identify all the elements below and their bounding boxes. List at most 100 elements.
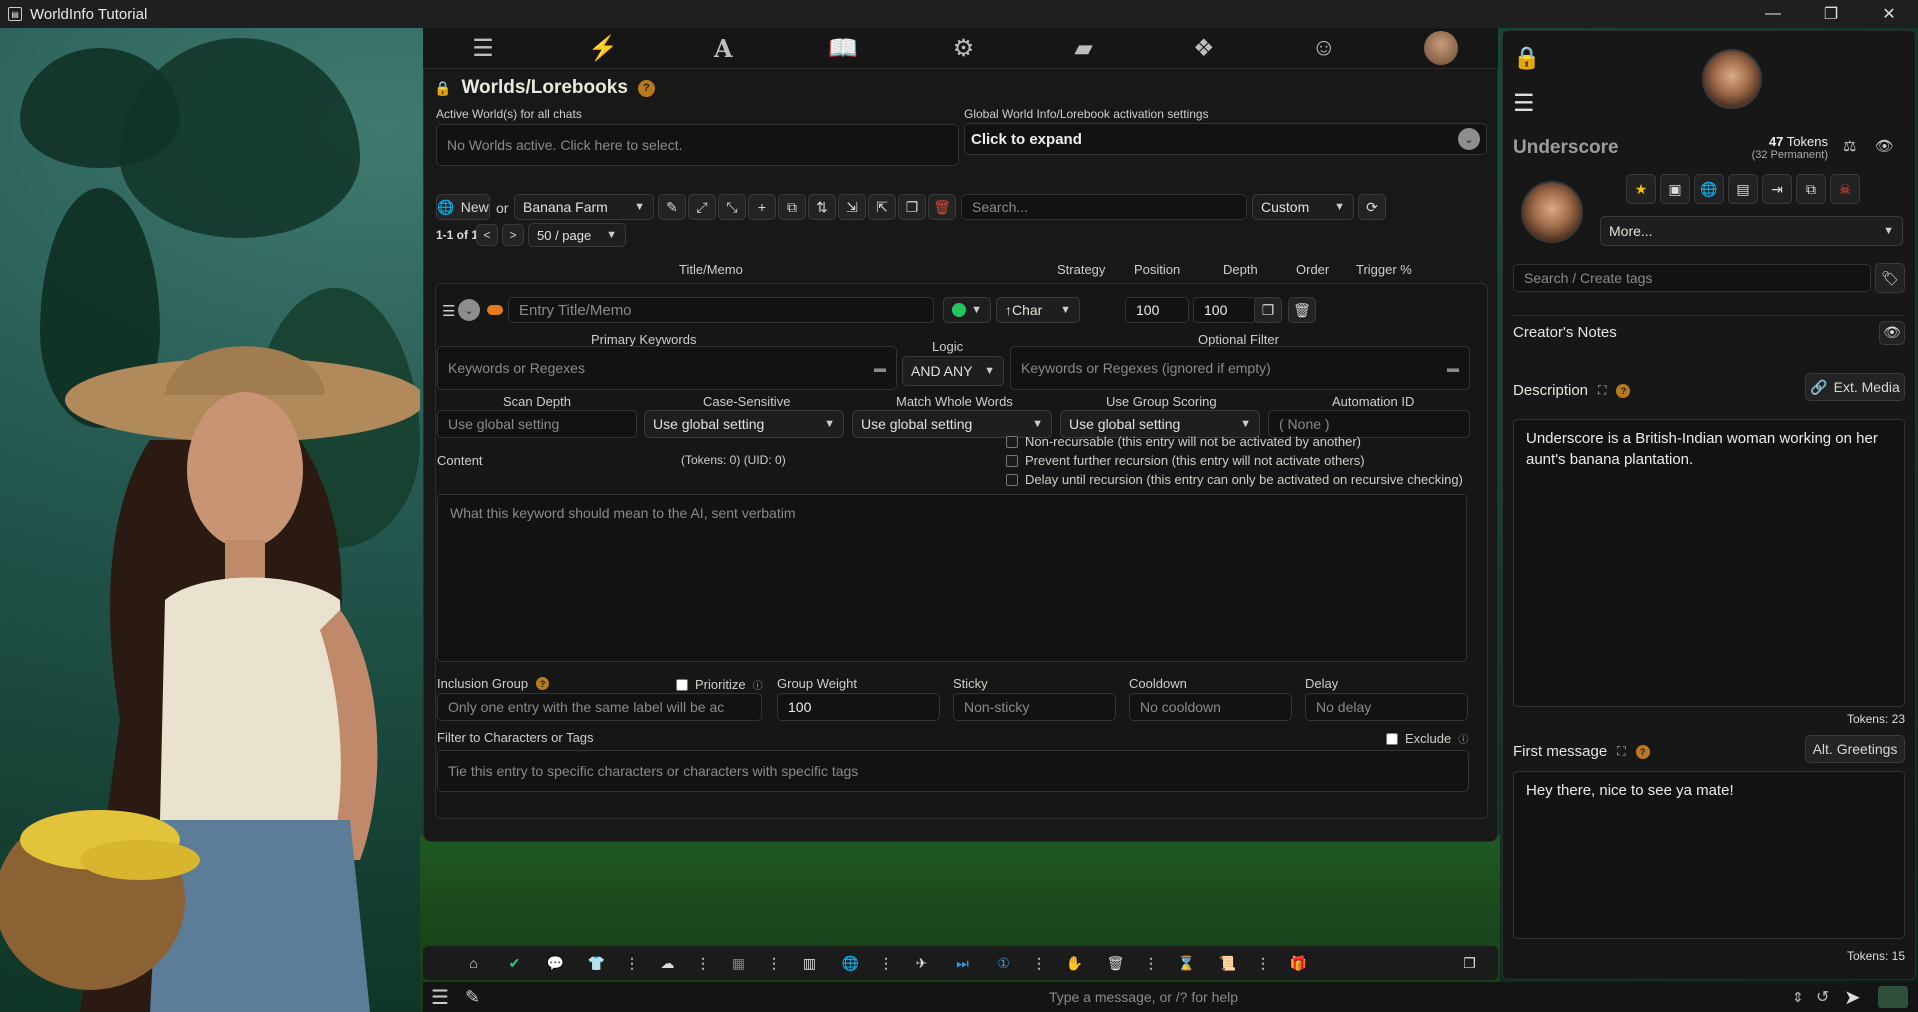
- plug-icon[interactable]: ⚡: [583, 31, 623, 65]
- prevent-recursion-checkbox[interactable]: Prevent further recursion (this entry wi…: [1006, 453, 1365, 468]
- windows-icon[interactable]: ❐: [1449, 950, 1490, 976]
- hand-icon[interactable]: ✋: [1054, 950, 1095, 976]
- drag-handle-icon[interactable]: ☰: [442, 302, 455, 320]
- sticky-input[interactable]: Non-sticky: [953, 693, 1116, 721]
- hourglass-icon[interactable]: ⌛: [1166, 950, 1207, 976]
- more-icon[interactable]: ⋮: [688, 950, 718, 976]
- inclusion-group-input[interactable]: Only one entry with the same label will …: [437, 693, 762, 721]
- delay-input[interactable]: No delay: [1305, 693, 1468, 721]
- scan-depth-input[interactable]: Use global setting: [437, 410, 637, 438]
- export-icon[interactable]: ⇱: [868, 194, 896, 220]
- duplicate-icon[interactable]: ⧉: [778, 194, 806, 220]
- per-page-select[interactable]: 50 / page ▼: [528, 223, 626, 247]
- ext-media-button[interactable]: 🔗 Ext. Media: [1805, 373, 1905, 401]
- help-icon[interactable]: ?: [536, 677, 550, 690]
- lock-icon[interactable]: 🔒: [434, 80, 451, 97]
- tags-input[interactable]: Search / Create tags: [1513, 264, 1871, 292]
- history-icon[interactable]: ↺: [1816, 987, 1844, 1007]
- check-icon[interactable]: ✔: [494, 950, 535, 976]
- image-icon[interactable]: ▰: [1064, 31, 1104, 65]
- sort-icon[interactable]: ⇅: [808, 194, 836, 220]
- book-atlas-icon[interactable]: 📖: [823, 31, 863, 65]
- non-recursable-checkbox[interactable]: Non-recursable (this entry will not be a…: [1006, 434, 1361, 449]
- globe-icon[interactable]: 🌐: [1694, 174, 1724, 204]
- description-textarea[interactable]: Underscore is a British-Indian woman wor…: [1513, 419, 1905, 707]
- active-worlds-select[interactable]: No Worlds active. Click here to select.: [436, 124, 959, 166]
- font-icon[interactable]: A: [703, 31, 743, 65]
- skull-delete-icon[interactable]: ☠: [1830, 174, 1860, 204]
- delay-recursion-checkbox[interactable]: Delay until recursion (this entry can on…: [1006, 472, 1463, 487]
- logic-select[interactable]: AND ANY ▼: [902, 356, 1004, 386]
- more-icon[interactable]: ⋮: [1136, 950, 1166, 976]
- list-icon[interactable]: ☰: [1513, 89, 1535, 118]
- delete-entry-icon[interactable]: 🗑: [1288, 297, 1316, 323]
- first-message-textarea[interactable]: Hey there, nice to see ya mate!: [1513, 771, 1905, 939]
- message-input[interactable]: Type a message, or /? for help: [495, 989, 1792, 1005]
- checkbox[interactable]: [676, 678, 688, 691]
- new-world-button[interactable]: 🌐 New: [436, 194, 490, 220]
- optional-filter-input[interactable]: Keywords or Regexes (ignored if empty) ▬: [1010, 346, 1470, 390]
- rename-icon[interactable]: ✎: [658, 194, 686, 220]
- more-select[interactable]: More... ▼: [1600, 216, 1903, 246]
- sliders-icon[interactable]: ☰: [463, 31, 503, 65]
- group-weight-input[interactable]: 100: [777, 693, 940, 721]
- import-icon[interactable]: ⇲: [838, 194, 866, 220]
- collapse-entry-icon[interactable]: ⌄: [458, 299, 480, 321]
- global-settings-drawer[interactable]: Click to expand ⌄: [964, 123, 1487, 155]
- prev-page-button[interactable]: <: [476, 224, 498, 246]
- avatar[interactable]: [1702, 49, 1762, 109]
- help-icon[interactable]: ?: [1635, 744, 1650, 759]
- more-icon[interactable]: ⋮: [871, 950, 901, 976]
- eye-icon[interactable]: 👁: [1879, 320, 1905, 345]
- persona-avatar[interactable]: [1423, 31, 1458, 65]
- checkbox[interactable]: [1006, 473, 1018, 486]
- entry-title-input[interactable]: Entry Title/Memo: [508, 297, 934, 323]
- filter-input[interactable]: Tie this entry to specific characters or…: [437, 750, 1469, 792]
- prioritize-checkbox[interactable]: Prioritize ⓘ: [676, 677, 763, 692]
- content-textarea[interactable]: What this keyword should mean to the AI,…: [437, 494, 1467, 662]
- magic-wand-icon[interactable]: ✎: [465, 987, 495, 1008]
- next-icon[interactable]: ⏭: [942, 950, 983, 976]
- expand-icon[interactable]: ⛶: [1598, 383, 1606, 398]
- creators-notes-section[interactable]: Creator's Notes 👁: [1513, 315, 1905, 345]
- options-menu-icon[interactable]: ☰: [431, 985, 459, 1010]
- maximize-button[interactable]: ❐: [1802, 0, 1860, 28]
- help-icon[interactable]: ?: [637, 79, 655, 97]
- delete-icon[interactable]: 🗑: [928, 194, 956, 220]
- entry-toggle[interactable]: [487, 305, 503, 315]
- book-icon[interactable]: ▣: [1660, 174, 1690, 204]
- trash-icon[interactable]: 🗑: [1095, 950, 1136, 976]
- chat-bubble-icon[interactable]: 💬: [535, 950, 576, 976]
- checkbox[interactable]: [1386, 732, 1398, 745]
- expand-all-icon[interactable]: ⤢: [688, 194, 716, 220]
- clone-icon[interactable]: ⧉: [1796, 174, 1826, 204]
- order-input[interactable]: 100: [1125, 297, 1189, 323]
- refresh-icon[interactable]: ⟳: [1358, 194, 1386, 220]
- trigger-input[interactable]: 100: [1193, 297, 1257, 323]
- tag-icon[interactable]: 🏷: [1875, 263, 1905, 293]
- search-input[interactable]: Search...: [961, 194, 1247, 220]
- checkbox[interactable]: [1006, 454, 1018, 467]
- strategy-select[interactable]: ▼: [943, 297, 991, 323]
- user-gear-icon[interactable]: ⚙: [943, 31, 983, 65]
- home-icon[interactable]: ⌂: [453, 950, 494, 976]
- exclude-checkbox[interactable]: Exclude ⓘ: [1386, 731, 1468, 746]
- passport-icon[interactable]: ▤: [1728, 174, 1758, 204]
- expand-icon[interactable]: ⛶: [1617, 744, 1625, 759]
- more-icon[interactable]: ⋮: [759, 950, 789, 976]
- checkbox[interactable]: [1006, 435, 1018, 448]
- smile-icon[interactable]: ☺: [1304, 31, 1344, 65]
- more-icon[interactable]: ⋮: [617, 950, 647, 976]
- character-avatar[interactable]: [1521, 181, 1583, 243]
- scroll-icon[interactable]: 📜: [1207, 950, 1248, 976]
- send-icon[interactable]: ➤: [1844, 985, 1878, 1010]
- collapse-all-icon[interactable]: ⤡: [718, 194, 746, 220]
- piano-icon[interactable]: ▥: [789, 950, 830, 976]
- primary-keywords-input[interactable]: Keywords or Regexes ▬: [437, 346, 897, 390]
- calendar-icon[interactable]: ▦: [718, 950, 759, 976]
- arrows-icon[interactable]: ⇕: [1792, 989, 1816, 1006]
- sort-select[interactable]: Custom ▼: [1252, 194, 1354, 220]
- close-button[interactable]: ✕: [1860, 0, 1918, 28]
- eye-icon[interactable]: 👁: [1875, 137, 1894, 155]
- more-icon[interactable]: ⋮: [1248, 950, 1278, 976]
